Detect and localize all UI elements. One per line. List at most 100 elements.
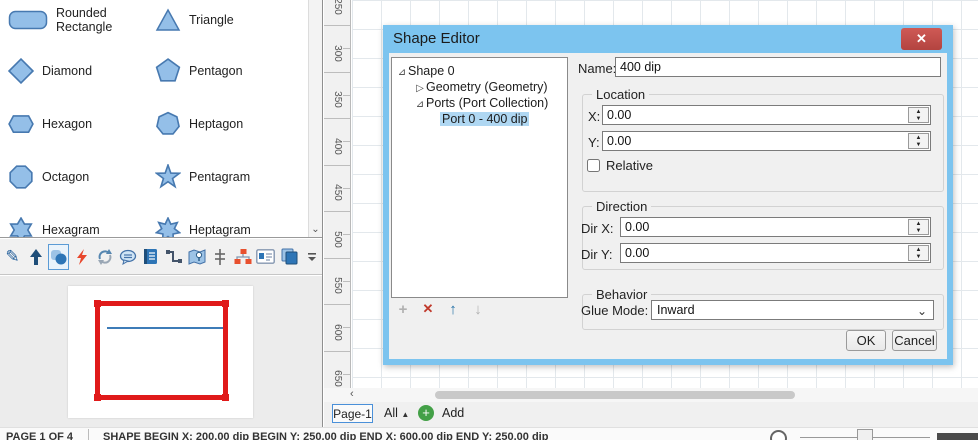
- selected-shape-rectangle[interactable]: [95, 301, 228, 400]
- status-bar: PAGE 1 OF 4 SHAPE BEGIN X: 200.00 dip BE…: [0, 427, 978, 440]
- shape-tree: ⊿Shape 0 ▷Geometry (Geometry) ⊿Ports (Po…: [391, 57, 568, 298]
- add-page-icon[interactable]: +: [418, 405, 434, 421]
- dirx-field-wrap: ▲▼: [620, 217, 931, 237]
- pentagram-icon: [155, 164, 181, 190]
- palette-item-label: Diamond: [42, 64, 92, 78]
- palette-item-label: Heptagon: [189, 117, 243, 131]
- ruler-label: 250: [332, 0, 343, 14]
- horizontal-scrollbar[interactable]: ‹: [324, 388, 978, 402]
- name-label: Name:: [578, 61, 616, 76]
- delete-node-icon[interactable]: ✕: [420, 300, 436, 318]
- ruler-label: 600: [332, 324, 343, 341]
- hexagon-icon: [8, 111, 34, 137]
- close-icon[interactable]: ✕: [901, 28, 942, 50]
- diry-input[interactable]: [625, 245, 902, 261]
- palette-item-label: Heptagram: [189, 223, 251, 237]
- tree-node-shape0[interactable]: ⊿Shape 0: [392, 63, 567, 79]
- palette-item-hexagon[interactable]: Hexagon: [8, 101, 153, 147]
- spinner-up-icon: ▲: [916, 247, 922, 253]
- palette-scrollbar[interactable]: ⌄: [308, 0, 322, 237]
- x-spinner[interactable]: ▲▼: [908, 107, 929, 123]
- overflow-menu-icon[interactable]: [301, 244, 322, 270]
- shape-preview-panel: [0, 276, 322, 427]
- palette-item-rounded-rectangle[interactable]: Rounded Rectangle: [8, 0, 153, 43]
- connector-icon[interactable]: [163, 244, 184, 270]
- ok-button[interactable]: OK: [846, 330, 886, 351]
- palette-item-hexagram[interactable]: Hexagram: [8, 207, 153, 238]
- palette-item-triangle[interactable]: Triangle: [155, 0, 300, 43]
- expand-collapse-icon[interactable]: ⊿: [414, 97, 426, 113]
- preview-canvas[interactable]: [68, 286, 253, 418]
- x-input[interactable]: [607, 107, 902, 123]
- x-field-wrap: ▲▼: [602, 105, 931, 125]
- zoom-slider-thumb[interactable]: [857, 429, 873, 440]
- ruler-label: 550: [332, 277, 343, 294]
- dirx-spinner[interactable]: ▲▼: [908, 219, 929, 235]
- move-up-icon[interactable]: ↑: [445, 300, 461, 318]
- glue-mode-select[interactable]: Inward ⌄: [651, 300, 934, 320]
- contact-card-icon[interactable]: [255, 244, 276, 270]
- tree-node-label: Ports (Port Collection): [426, 96, 548, 110]
- copy-pages-icon[interactable]: [278, 244, 299, 270]
- palette-item-pentagon[interactable]: Pentagon: [155, 48, 300, 94]
- tree-node-geometry[interactable]: ▷Geometry (Geometry): [392, 79, 567, 95]
- palette-item-label: Pentagon: [189, 64, 243, 78]
- caret-up-icon: ▲: [401, 410, 409, 419]
- hscroll-thumb[interactable]: [435, 391, 795, 399]
- shape-palette: Rounded Rectangle Triangle Diamond Penta…: [0, 0, 322, 238]
- palette-item-label: Triangle: [189, 13, 234, 27]
- palette-item-label: Rounded Rectangle: [56, 6, 153, 35]
- y-spinner[interactable]: ▲▼: [908, 133, 929, 149]
- scroll-down-icon[interactable]: ⌄: [309, 224, 322, 235]
- tree-toolbar: + ✕ ↑ ↓: [395, 300, 486, 318]
- tree-node-label: Port 0 - 400 dip: [440, 112, 529, 126]
- center-guide-icon[interactable]: [209, 244, 230, 270]
- resize-handle-sw[interactable]: [94, 394, 101, 401]
- palette-item-heptagram[interactable]: Heptagram: [155, 207, 300, 238]
- hexagram-icon: [8, 217, 34, 238]
- add-page-label[interactable]: Add: [442, 406, 464, 420]
- tree-node-ports[interactable]: ⊿Ports (Port Collection): [392, 95, 567, 111]
- palette-item-octagon[interactable]: Octagon: [8, 154, 153, 200]
- line-shape[interactable]: [107, 327, 223, 329]
- name-input[interactable]: [620, 59, 936, 75]
- shapes-icon[interactable]: [48, 244, 69, 270]
- palette-item-heptagon[interactable]: Heptagon: [155, 101, 300, 147]
- heptagon-icon: [155, 111, 181, 137]
- shape-info-text: SHAPE BEGIN X: 200.00 dip BEGIN Y: 250.0…: [103, 431, 548, 440]
- tab-page-1[interactable]: Page-1: [332, 404, 373, 423]
- page-filter-dropdown[interactable]: All ▲: [384, 406, 409, 420]
- org-chart-icon[interactable]: [232, 244, 253, 270]
- resize-handle-se[interactable]: [222, 394, 229, 401]
- map-pin-icon[interactable]: [186, 244, 207, 270]
- dialog-titlebar[interactable]: Shape Editor ✕: [383, 25, 953, 53]
- y-input[interactable]: [607, 133, 902, 149]
- palette-item-pentagram[interactable]: Pentagram: [155, 154, 300, 200]
- edit-pencil-icon[interactable]: ✎: [2, 244, 23, 270]
- sync-icon[interactable]: [94, 244, 115, 270]
- expand-collapse-icon[interactable]: ⊿: [396, 65, 408, 81]
- palette-item-diamond[interactable]: Diamond: [8, 48, 153, 94]
- lightning-icon[interactable]: [71, 244, 92, 270]
- resize-handle-ne[interactable]: [222, 300, 229, 307]
- move-down-icon[interactable]: ↓: [470, 300, 486, 318]
- diry-spinner[interactable]: ▲▼: [908, 245, 929, 261]
- tree-node-port0-selected[interactable]: Port 0 - 400 dip: [392, 111, 567, 127]
- resize-handle-nw[interactable]: [94, 300, 101, 307]
- scroll-left-icon[interactable]: ‹: [350, 388, 354, 400]
- glue-mode-label: Glue Mode:: [581, 303, 648, 318]
- notebook-icon[interactable]: [140, 244, 161, 270]
- dirx-input[interactable]: [625, 219, 902, 235]
- add-node-icon[interactable]: +: [395, 300, 411, 318]
- palette-item-label: Pentagram: [189, 170, 250, 184]
- spinner-up-icon: ▲: [916, 221, 922, 227]
- relative-checkbox[interactable]: [587, 159, 600, 172]
- spinner-down-icon: ▼: [916, 142, 922, 148]
- comment-icon[interactable]: [117, 244, 138, 270]
- spinner-down-icon: ▼: [916, 228, 922, 234]
- ruler-label: 500: [332, 231, 343, 248]
- drawing-toolbar: ✎: [0, 239, 322, 275]
- tree-node-label: Shape 0: [408, 64, 455, 78]
- pointer-arrow-icon[interactable]: [25, 244, 46, 270]
- cancel-button[interactable]: Cancel: [892, 330, 937, 351]
